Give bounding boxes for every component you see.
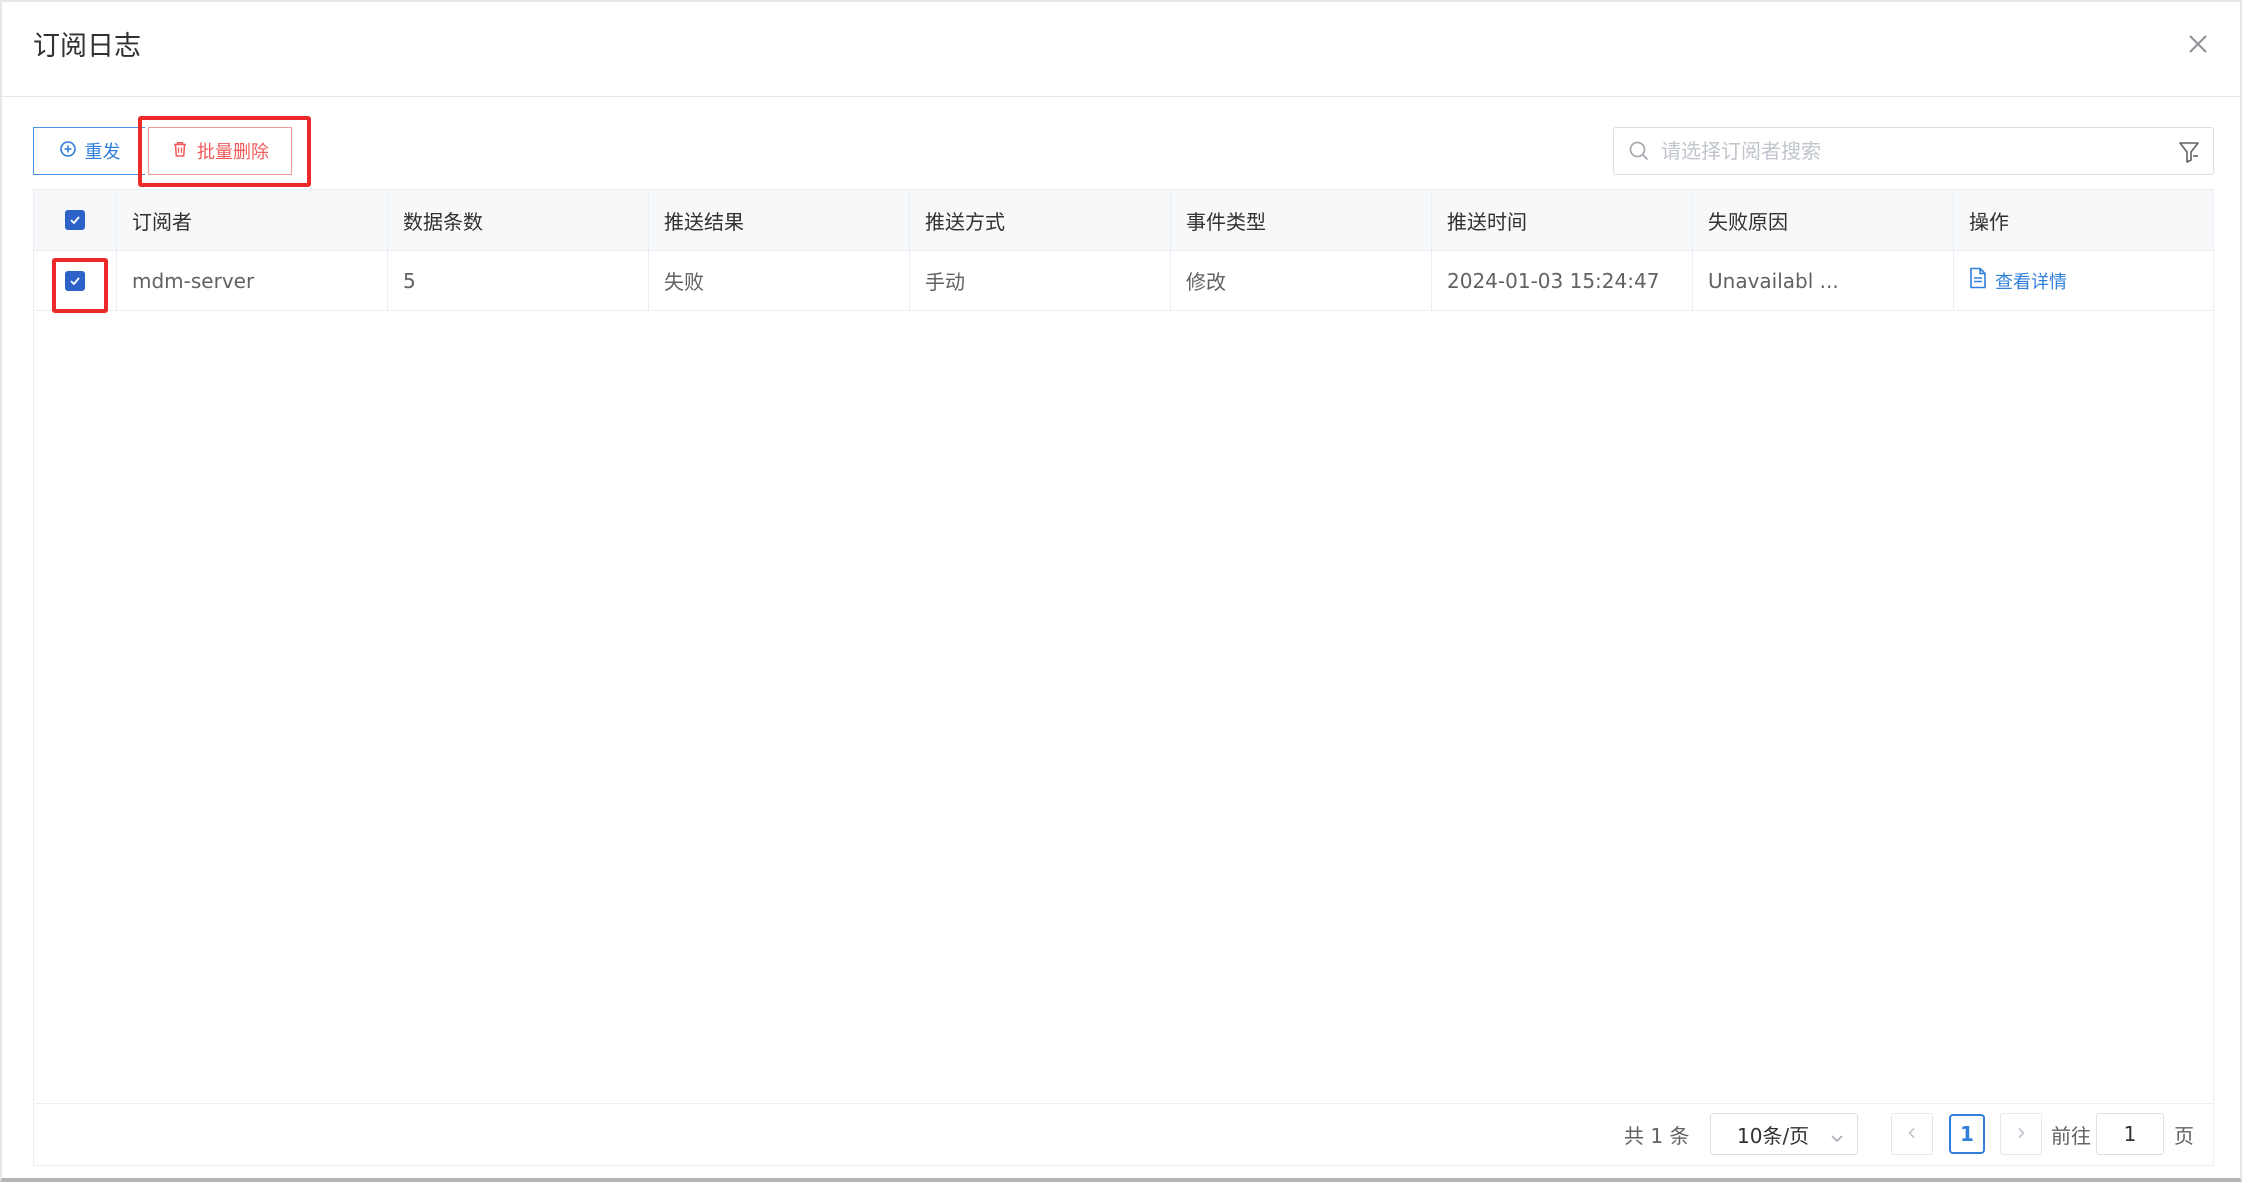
close-icon[interactable] [2180,26,2216,62]
table-row: mdm-server 5 失败 手动 修改 2024-01-03 15:24:4… [34,251,2213,311]
view-details-label: 查看详情 [1995,271,2067,293]
cell-event-type: 修改 [1171,251,1432,310]
filter-icon[interactable] [2178,140,2200,164]
cell-fail-reason: Unavailabl ... [1693,251,1954,310]
cell-method: 手动 [910,251,1171,310]
page-size-select[interactable]: 10条/页 [1710,1113,1858,1155]
chevron-right-icon [2014,1125,2028,1144]
pagination: 共 1 条 10条/页 1 前往 1 页 [34,1103,2213,1165]
column-header-fail-reason: 失败原因 [1693,190,1954,250]
cell-actions: 查看详情 [1954,251,2213,310]
column-header-method: 推送方式 [910,190,1171,250]
chevron-down-icon [1829,1127,1845,1143]
page-number-current[interactable]: 1 [1949,1114,1985,1154]
page-size-value: 10条/页 [1737,1123,1810,1148]
column-header-count: 数据条数 [388,190,649,250]
cell-subscriber: mdm-server [117,251,388,310]
plus-circle-icon [59,140,77,163]
column-header-push-time: 推送时间 [1432,190,1693,250]
view-details-link[interactable]: 查看详情 [1969,267,2067,294]
column-header-result: 推送结果 [649,190,910,250]
column-header-actions: 操作 [1969,209,2009,234]
select-all-cell [34,190,117,250]
cell-push-time: 2024-01-03 15:24:47 [1432,251,1693,310]
search-icon [1628,140,1650,162]
batch-delete-button[interactable]: 批量删除 [148,127,292,175]
page-suffix: 页 [2174,1124,2194,1148]
dialog-header: 订阅日志 [2,2,2240,97]
cell-result: 失败 [649,251,910,310]
dialog-title: 订阅日志 [33,31,141,62]
subscription-log-table: 订阅者 数据条数 推送结果 推送方式 事件类型 推送时间 失败原因 操作 mdm… [33,189,2214,1166]
row-checkbox[interactable] [65,270,85,291]
chevron-left-icon [1905,1125,1919,1144]
subscriber-search [1613,127,2214,175]
trash-icon [171,140,189,163]
column-header-subscriber: 订阅者 [117,190,388,250]
column-header-event-type: 事件类型 [1171,190,1432,250]
row-select-cell [34,251,117,310]
table-header: 订阅者 数据条数 推送结果 推送方式 事件类型 推送时间 失败原因 操作 [34,190,2213,251]
document-icon [1969,267,1987,294]
search-input[interactable] [1659,134,2159,168]
subscription-log-dialog: 订阅日志 重发 批量删除 请选择订阅者搜索 订阅者 数据条数 推送结果 推送方式… [0,0,2242,1182]
batch-delete-label: 批量删除 [197,142,269,163]
next-page-button[interactable] [2000,1113,2042,1155]
resend-label: 重发 [84,142,121,163]
cell-count: 5 [388,251,649,310]
goto-label: 前往 [2051,1124,2091,1148]
resend-button[interactable]: 重发 [33,127,145,175]
prev-page-button[interactable] [1891,1113,1933,1155]
total-count: 共 1 条 [1624,1124,1690,1148]
select-all-checkbox[interactable] [65,210,85,230]
goto-page-input[interactable] [2096,1113,2164,1155]
